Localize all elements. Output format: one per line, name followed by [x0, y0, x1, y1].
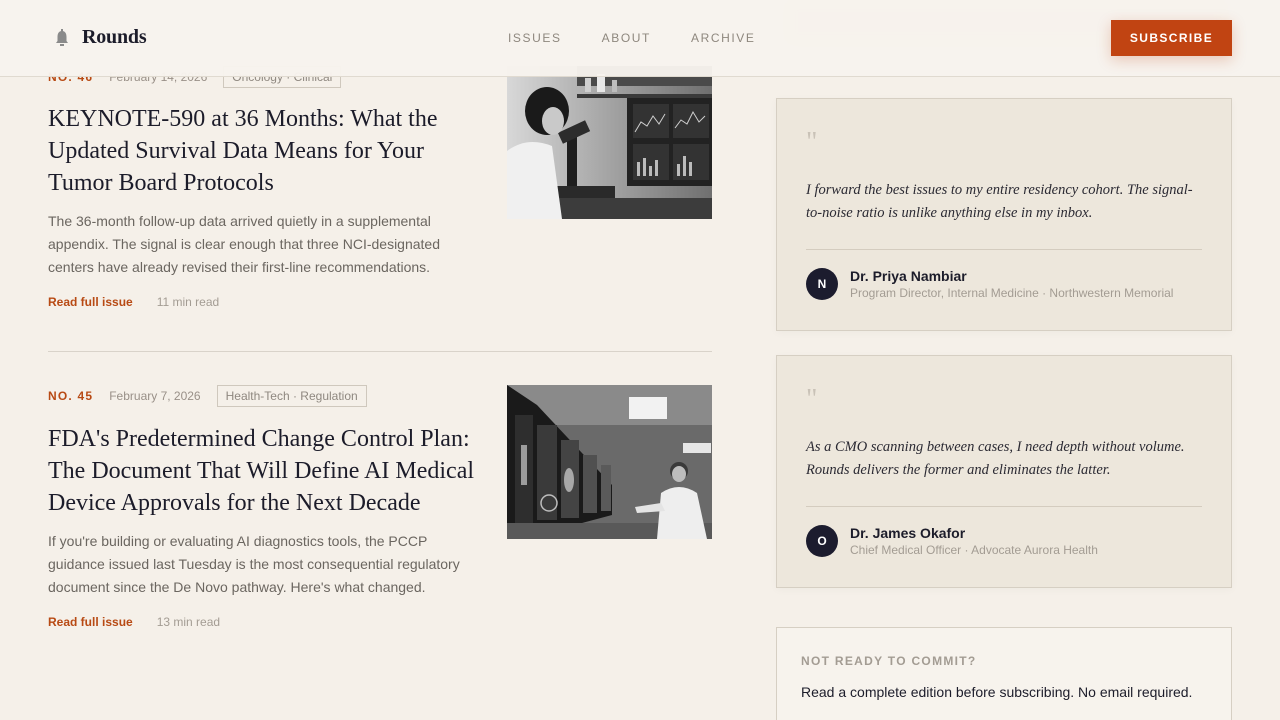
author-name: Dr. James Okafor — [850, 525, 966, 541]
lab-microscope-photo[interactable] — [507, 66, 712, 219]
radiology-screens-photo[interactable] — [507, 385, 712, 539]
author-role: Program Director, Internal Medicine · No… — [850, 286, 1174, 300]
author-name: Dr. Priya Nambiar — [850, 268, 967, 284]
issue-actions: Read full issue 13 min read — [48, 615, 220, 629]
author-role: Chief Medical Officer · Advocate Aurora … — [850, 543, 1098, 557]
issue-excerpt: If you're building or evaluating AI diag… — [48, 533, 460, 595]
issue-tag[interactable]: Health-Tech · Regulation — [216, 385, 367, 407]
nav-issues[interactable]: ISSUES — [508, 31, 562, 45]
issue-card: NO. 45 February 7, 2026 Health-Tech · Re… — [48, 352, 712, 720]
divider — [806, 506, 1202, 507]
read-full-issue-link[interactable]: Read full issue — [48, 615, 133, 629]
testimonial-author: N Dr. Priya Nambiar Program Director, In… — [806, 267, 1173, 301]
quote-mark-icon: " — [806, 127, 818, 158]
brand[interactable]: Rounds — [54, 26, 147, 49]
issue-number: NO. 45 — [48, 389, 94, 403]
testimonial-author: O Dr. James Okafor Chief Medical Officer… — [806, 524, 1098, 558]
issue-date: February 7, 2026 — [109, 389, 201, 403]
nav-archive[interactable]: ARCHIVE — [691, 31, 756, 45]
read-full-issue-link[interactable]: Read full issue — [48, 295, 133, 309]
sample-edition-card[interactable]: NOT READY TO COMMIT? Read a complete edi… — [776, 627, 1232, 720]
issue-title[interactable]: KEYNOTE-590 at 36 Months: What the Updat… — [48, 103, 480, 199]
main-nav: ISSUES ABOUT ARCHIVE — [508, 31, 756, 45]
quote-mark-icon: " — [806, 384, 818, 415]
issue-actions: Read full issue 11 min read — [48, 295, 219, 309]
testimonial-card: " I forward the best issues to my entire… — [776, 98, 1232, 331]
read-time: 11 min read — [156, 295, 220, 309]
issue-meta: NO. 45 February 7, 2026 Health-Tech · Re… — [48, 385, 367, 407]
brand-name: Rounds — [82, 26, 147, 48]
site-header: Rounds ISSUES ABOUT ARCHIVE SUBSCRIBE — [0, 0, 1280, 77]
issues-list: NO. 46 February 14, 2026 Oncology · Clin… — [48, 0, 712, 720]
bell-icon — [56, 28, 68, 46]
testimonial-quote: As a CMO scanning between cases, I need … — [806, 439, 1185, 478]
nav-about[interactable]: ABOUT — [602, 31, 651, 45]
avatar: O — [806, 525, 838, 557]
issue-title[interactable]: FDA's Predetermined Change Control Plan:… — [48, 423, 480, 519]
testimonial-quote: I forward the best issues to my entire r… — [806, 182, 1193, 221]
divider — [806, 249, 1202, 250]
cta-text: Read a complete edition before subscribi… — [801, 684, 1193, 700]
issue-excerpt: The 36-month follow-up data arrived quie… — [48, 213, 440, 275]
cta-kicker: NOT READY TO COMMIT? — [801, 654, 977, 668]
subscribe-button[interactable]: SUBSCRIBE — [1111, 20, 1232, 56]
testimonial-card: " As a CMO scanning between cases, I nee… — [776, 355, 1232, 588]
read-time: 13 min read — [156, 615, 221, 629]
avatar: N — [806, 268, 838, 300]
